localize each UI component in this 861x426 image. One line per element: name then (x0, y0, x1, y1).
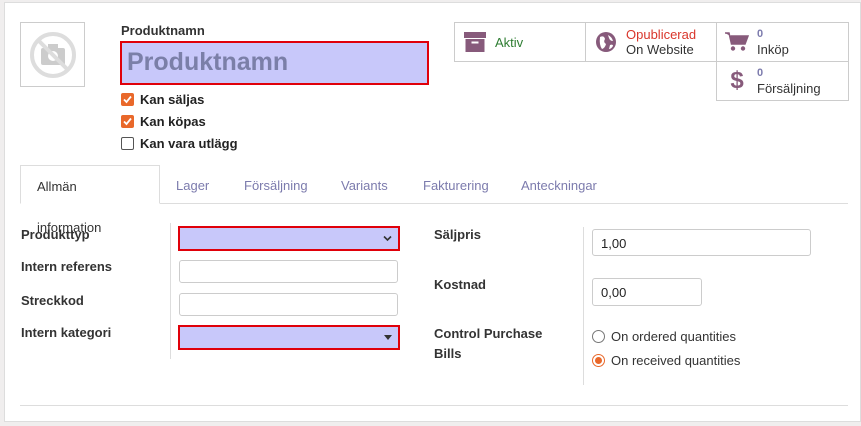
internal-category-select[interactable] (178, 325, 400, 350)
product-name-label: Produktnamn (121, 23, 205, 38)
sale-price-input[interactable]: 1,00 (592, 229, 811, 256)
radio-label: On received quantities (611, 353, 741, 368)
tab-sales[interactable]: Försäljning (228, 165, 324, 204)
checkbox-label: Kan vara utlägg (140, 136, 238, 151)
website-publish-button[interactable]: Opublicerad On Website (585, 22, 717, 62)
sales-count: 0 (757, 67, 764, 79)
control-ordered-radio[interactable]: On ordered quantities (592, 329, 736, 344)
product-form-sheet: Produktnamn Produktnamn Kan säljas Kan k… (4, 2, 861, 422)
can-be-sold-checkbox[interactable]: Kan säljas (121, 92, 204, 107)
internal-category-label: Intern kategori (21, 325, 112, 340)
dollar-icon: $ (730, 67, 744, 94)
separator (20, 405, 848, 406)
radio-selected-icon (592, 354, 605, 367)
cost-label: Kostnad (434, 277, 486, 292)
cart-icon (717, 32, 757, 52)
checkbox-checked-icon (121, 93, 134, 106)
checkbox-label: Kan säljas (140, 92, 205, 107)
tab-notes[interactable]: Anteckningar (505, 165, 613, 204)
column-divider (170, 223, 171, 359)
product-image[interactable] (20, 22, 85, 87)
can-be-purchased-checkbox[interactable]: Kan köpas (121, 114, 206, 129)
chevron-down-icon (383, 235, 392, 242)
purchases-button[interactable]: 0 Inköp (716, 22, 849, 62)
checkbox-label: Kan köpas (140, 114, 206, 129)
sales-button[interactable]: $ 0 Försäljning (716, 61, 849, 101)
sale-price-label: Säljpris (434, 227, 481, 242)
control-label-line-1: Control Purchase (434, 326, 543, 341)
active-button[interactable]: Aktiv (454, 22, 586, 62)
internal-reference-input[interactable] (179, 260, 398, 283)
website-state: Opublicerad (626, 27, 697, 42)
tab-general-information[interactable]: Allmän information (20, 165, 160, 235)
internal-reference-label: Intern referens (21, 259, 113, 274)
sales-label: Försäljning (757, 81, 821, 96)
archive-icon (455, 32, 495, 52)
purchases-count: 0 (757, 28, 764, 40)
checkbox-checked-icon (121, 115, 134, 128)
barcode-input[interactable] (179, 293, 398, 316)
product-type-select[interactable] (178, 226, 400, 251)
product-type-label: Produkttyp (21, 227, 90, 242)
active-status: Aktiv (495, 34, 524, 50)
tab-inventory[interactable]: Lager (160, 165, 225, 204)
product-name-input[interactable]: Produktnamn (120, 41, 429, 85)
barcode-label: Streckkod (21, 293, 84, 308)
control-purchase-bills-label: Control Purchase Bills (434, 326, 542, 361)
radio-unselected-icon (592, 330, 605, 343)
can-be-expensed-checkbox[interactable]: Kan vara utlägg (121, 136, 238, 151)
caret-down-icon (384, 335, 392, 340)
column-divider (583, 227, 584, 385)
tab-variants[interactable]: Variants (325, 165, 404, 204)
tab-invoicing[interactable]: Fakturering (407, 165, 505, 204)
camera-off-icon (29, 31, 76, 78)
website-label: On Website (626, 42, 694, 57)
purchases-label: Inköp (757, 42, 789, 57)
radio-label: On ordered quantities (611, 329, 737, 344)
notebook-tabs: Allmän information Lager Försäljning Var… (20, 165, 848, 235)
globe-icon (586, 31, 626, 53)
control-label-line-2: Bills (434, 346, 462, 361)
cost-input[interactable]: 0,00 (592, 278, 702, 306)
control-received-radio[interactable]: On received quantities (592, 353, 740, 368)
checkbox-unchecked-icon (121, 137, 134, 150)
